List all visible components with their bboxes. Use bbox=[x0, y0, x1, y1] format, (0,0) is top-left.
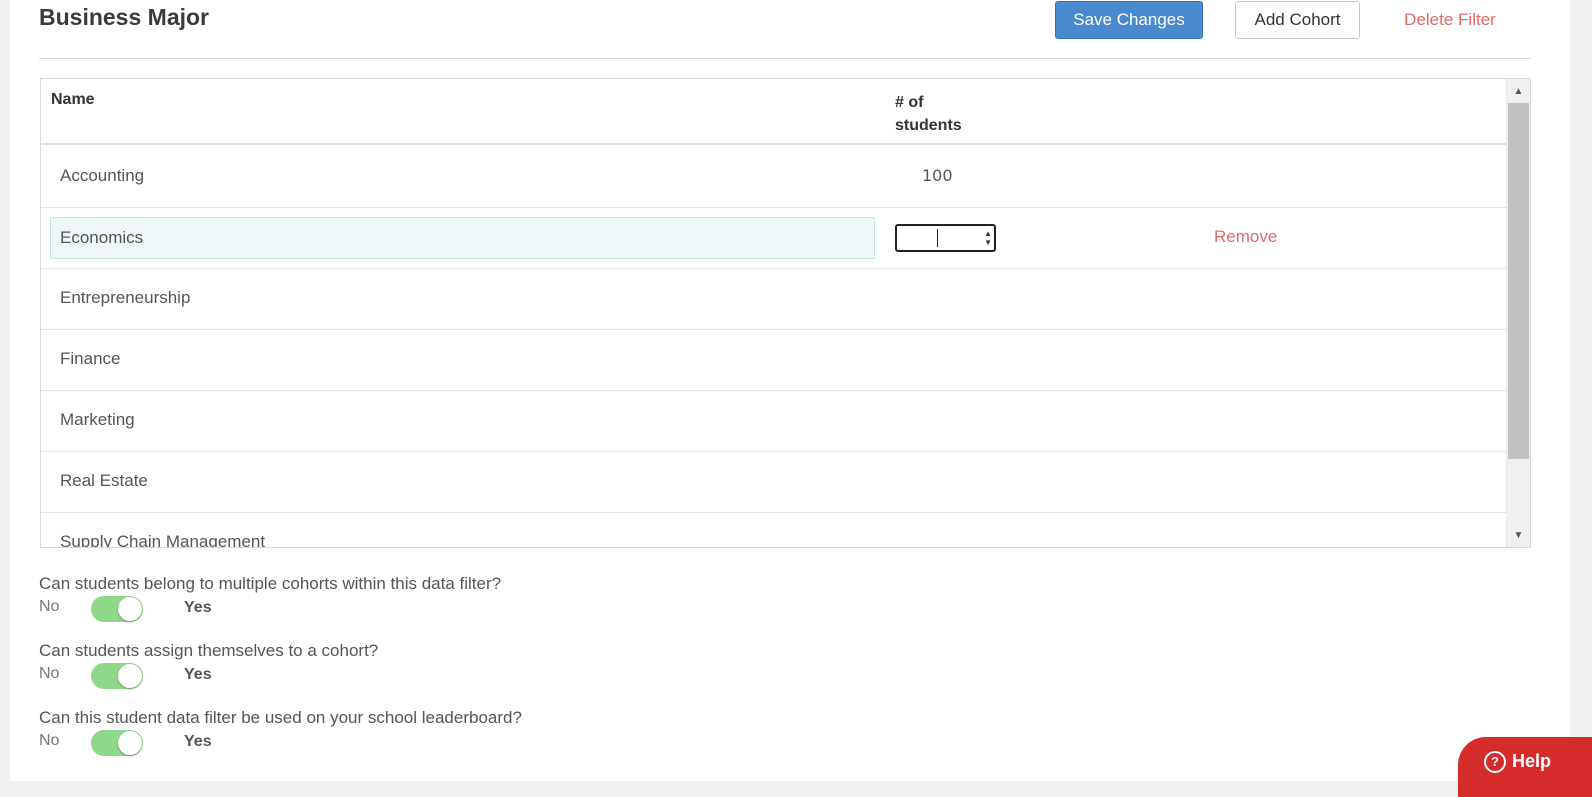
save-changes-button[interactable]: Save Changes bbox=[1055, 1, 1203, 39]
table-row[interactable]: Accounting 100 bbox=[41, 147, 1507, 208]
scroll-up-arrow-icon[interactable]: ▲ bbox=[1507, 81, 1530, 101]
toggle-knob bbox=[118, 731, 142, 755]
table-row[interactable]: Real Estate bbox=[41, 452, 1507, 513]
cohort-name: Entrepreneurship bbox=[60, 288, 191, 307]
self-assign-toggle[interactable] bbox=[91, 663, 143, 689]
setting-question-self-assign: Can students assign themselves to a coho… bbox=[39, 641, 379, 660]
toggle-knob bbox=[118, 597, 142, 621]
column-header-name: Name bbox=[51, 91, 95, 108]
cohort-name: Real Estate bbox=[60, 471, 148, 490]
cohort-name: Finance bbox=[60, 349, 121, 368]
cohort-name: Supply Chain Management bbox=[60, 532, 266, 548]
text-caret bbox=[937, 229, 938, 247]
table-row-editing: Economics ▲ ▼ Remove bbox=[41, 208, 1507, 269]
toggle-yes-label: Yes bbox=[184, 599, 212, 616]
toggle-no-label: No bbox=[39, 665, 60, 682]
cohort-name: Accounting bbox=[60, 166, 145, 185]
table-body: Accounting 100 Economics ▲ ▼ Remove Entre… bbox=[41, 147, 1507, 548]
toggle-yes-label: Yes bbox=[184, 733, 212, 750]
cohort-table: Name # of students Accounting 100 Econom… bbox=[40, 78, 1531, 548]
toggle-yes-label: Yes bbox=[184, 666, 212, 683]
table-row[interactable]: Entrepreneurship bbox=[41, 269, 1507, 330]
question-mark-icon: ? bbox=[1484, 751, 1506, 774]
spinner-arrows-icon[interactable]: ▲ ▼ bbox=[984, 229, 992, 247]
student-count: 100 bbox=[922, 166, 953, 185]
table-header: Name # of students bbox=[41, 79, 1507, 145]
help-button[interactable]: ? Help bbox=[1458, 737, 1592, 797]
add-cohort-button[interactable]: Add Cohort bbox=[1235, 1, 1360, 39]
table-scrollbar[interactable]: ▲ ▼ bbox=[1506, 79, 1530, 547]
table-row[interactable]: Marketing bbox=[41, 391, 1507, 452]
help-label: Help bbox=[1512, 751, 1552, 771]
table-row[interactable]: Finance bbox=[41, 330, 1507, 391]
toggle-knob bbox=[118, 664, 142, 688]
delete-filter-button[interactable]: Delete Filter bbox=[1390, 1, 1510, 39]
table-row[interactable]: Supply Chain Management bbox=[41, 513, 1507, 548]
cohort-panel: Business Major Save Changes Add Cohort D… bbox=[10, 0, 1570, 781]
column-header-students: # of students bbox=[895, 94, 962, 134]
student-count-input[interactable]: ▲ ▼ bbox=[895, 224, 996, 252]
divider bbox=[39, 58, 1531, 59]
setting-question-multiple-cohorts: Can students belong to multiple cohorts … bbox=[39, 574, 502, 593]
leaderboard-toggle[interactable] bbox=[91, 730, 143, 756]
toggle-no-label: No bbox=[39, 598, 60, 615]
cohort-name-input[interactable]: Economics bbox=[50, 217, 875, 259]
multiple-cohorts-toggle[interactable] bbox=[91, 596, 143, 622]
toggle-no-label: No bbox=[39, 732, 60, 749]
scroll-down-arrow-icon[interactable]: ▼ bbox=[1507, 525, 1530, 545]
setting-question-leaderboard: Can this student data filter be used on … bbox=[39, 708, 522, 727]
scroll-thumb[interactable] bbox=[1508, 103, 1529, 459]
page-title: Business Major bbox=[39, 4, 209, 30]
remove-cohort-link[interactable]: Remove bbox=[1214, 227, 1277, 247]
cohort-name: Marketing bbox=[60, 410, 135, 429]
